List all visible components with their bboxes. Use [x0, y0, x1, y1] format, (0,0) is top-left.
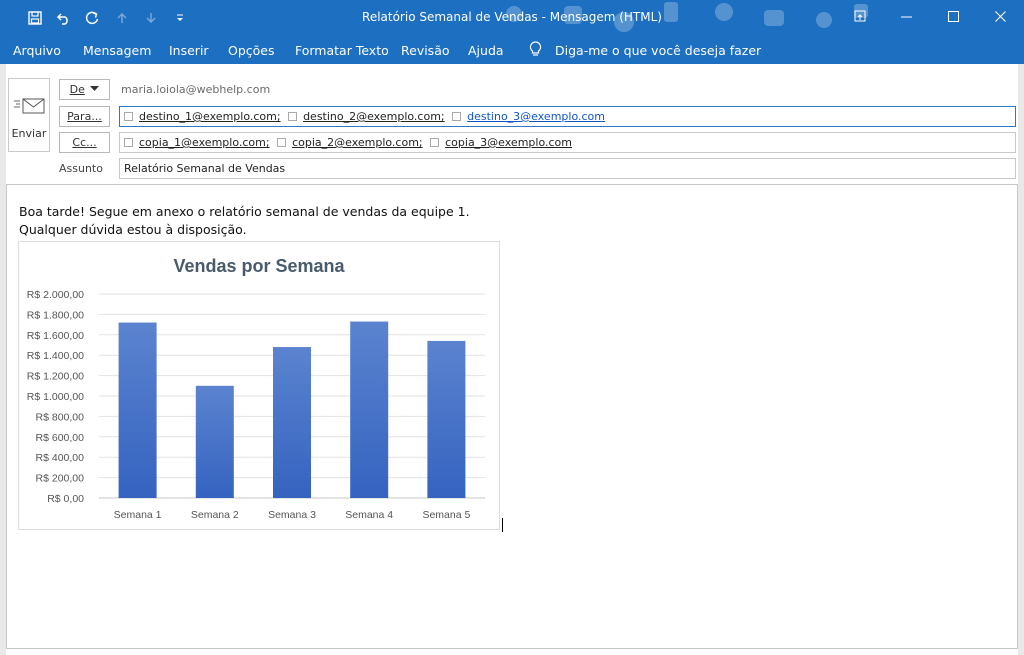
y-tick-label: R$ 1.200,00 — [27, 371, 84, 383]
x-tick-label: Semana 4 — [345, 509, 393, 521]
cc-label: Cc... — [72, 136, 97, 149]
y-tick-label: R$ 200,00 — [36, 473, 85, 485]
recipient-address: destino_3@exemplo.com — [467, 110, 605, 123]
cc-field[interactable]: copia_1@exemplo.com; copia_2@exemplo.com… — [119, 132, 1016, 153]
recipient-address: destino_1@exemplo.com; — [139, 110, 281, 123]
y-tick-label: R$ 0,00 — [47, 493, 84, 505]
chevron-down-icon — [88, 83, 100, 96]
from-label: De — [69, 83, 85, 96]
ribbon-tabs: Arquivo Mensagem Inserir Opções Formatar… — [0, 36, 1024, 64]
tab-mensagem[interactable]: Mensagem — [83, 43, 151, 58]
chart-title: Vendas por Semana — [173, 256, 345, 276]
send-icon — [14, 95, 46, 121]
tab-ajuda[interactable]: Ajuda — [468, 43, 504, 58]
minimize-icon[interactable] — [883, 0, 930, 32]
chart-bar — [118, 322, 157, 498]
recipient-checkbox — [124, 112, 133, 121]
cc-chip[interactable]: copia_3@exemplo.com — [430, 133, 572, 152]
tab-inserir[interactable]: Inserir — [169, 43, 209, 58]
ribbon-display-icon[interactable] — [836, 0, 883, 32]
y-tick-label: R$ 1.600,00 — [27, 330, 84, 342]
body-line-1: Boa tarde! Segue em anexo o relatório se… — [19, 204, 470, 219]
x-tick-label: Semana 2 — [191, 509, 239, 521]
tab-formatar-texto[interactable]: Formatar Texto — [295, 43, 389, 58]
x-tick-label: Semana 1 — [114, 509, 162, 521]
maximize-icon[interactable] — [930, 0, 977, 32]
tell-me-search[interactable]: Diga-me o que você deseja fazer — [555, 43, 761, 58]
recipient-address: destino_2@exemplo.com; — [303, 110, 445, 123]
y-tick-label: R$ 2.000,00 — [27, 289, 84, 301]
cc-chip[interactable]: copia_1@exemplo.com; — [124, 133, 270, 152]
cc-checkbox — [124, 138, 133, 147]
tab-revisao[interactable]: Revisão — [401, 43, 450, 58]
title-bar: Relatório Semanal de Vendas - Mensagem (… — [0, 0, 1024, 36]
recipient-chip[interactable]: destino_1@exemplo.com; — [124, 107, 281, 126]
cc-address: copia_2@exemplo.com; — [292, 136, 423, 149]
sales-chart[interactable]: Vendas por Semana R$ 0,00 R$ 200,00 R$ 400,… — [18, 241, 500, 530]
lightbulb-icon — [529, 41, 542, 61]
close-icon[interactable] — [977, 0, 1024, 32]
recipient-chip[interactable]: destino_2@exemplo.com; — [288, 107, 445, 126]
y-tick-label: R$ 1.000,00 — [27, 391, 84, 403]
recipient-checkbox — [288, 112, 298, 121]
to-button[interactable]: Para... — [59, 106, 110, 127]
send-button[interactable]: Enviar — [8, 78, 50, 152]
x-tick-label: Semana 3 — [268, 509, 316, 521]
body-line-2: Qualquer dúvida estou à disposição. — [19, 222, 247, 237]
cc-checkbox — [277, 138, 287, 147]
cc-checkbox — [430, 138, 440, 147]
recipient-chip[interactable]: destino_3@exemplo.com — [452, 107, 605, 126]
y-tick-label: R$ 800,00 — [36, 411, 85, 423]
tab-opcoes[interactable]: Opções — [228, 43, 275, 58]
text-cursor — [502, 518, 503, 532]
chart-bar — [427, 340, 466, 498]
chart-bar — [350, 321, 389, 498]
right-frame — [1018, 64, 1024, 655]
chart-canvas: Vendas por Semana R$ 0,00 R$ 200,00 R$ 400,… — [27, 256, 485, 521]
y-tick-label: R$ 400,00 — [36, 452, 85, 464]
cc-address: copia_1@exemplo.com; — [139, 136, 270, 149]
y-tick-label: R$ 1.400,00 — [27, 350, 84, 362]
chart-bar — [273, 347, 311, 498]
cc-address: copia_3@exemplo.com — [445, 136, 572, 149]
subject-label: Assunto — [59, 162, 103, 175]
to-label: Para... — [67, 110, 102, 123]
send-label: Enviar — [11, 127, 47, 140]
chart-bar — [195, 385, 234, 498]
cc-chip[interactable]: copia_2@exemplo.com; — [277, 133, 423, 152]
subject-field[interactable]: Relatório Semanal de Vendas — [119, 158, 1016, 179]
tab-arquivo[interactable]: Arquivo — [13, 43, 61, 58]
y-tick-label: R$ 600,00 — [36, 432, 85, 444]
window-controls — [836, 0, 1024, 32]
from-button[interactable]: De — [59, 79, 110, 100]
from-address: maria.loiola@webhelp.com — [121, 83, 271, 96]
x-tick-label: Semana 5 — [422, 509, 470, 521]
y-tick-label: R$ 1.800,00 — [27, 309, 84, 321]
recipient-checkbox — [452, 112, 462, 121]
cc-button[interactable]: Cc... — [59, 132, 110, 153]
to-field[interactable]: destino_1@exemplo.com; destino_2@exemplo… — [119, 106, 1016, 127]
